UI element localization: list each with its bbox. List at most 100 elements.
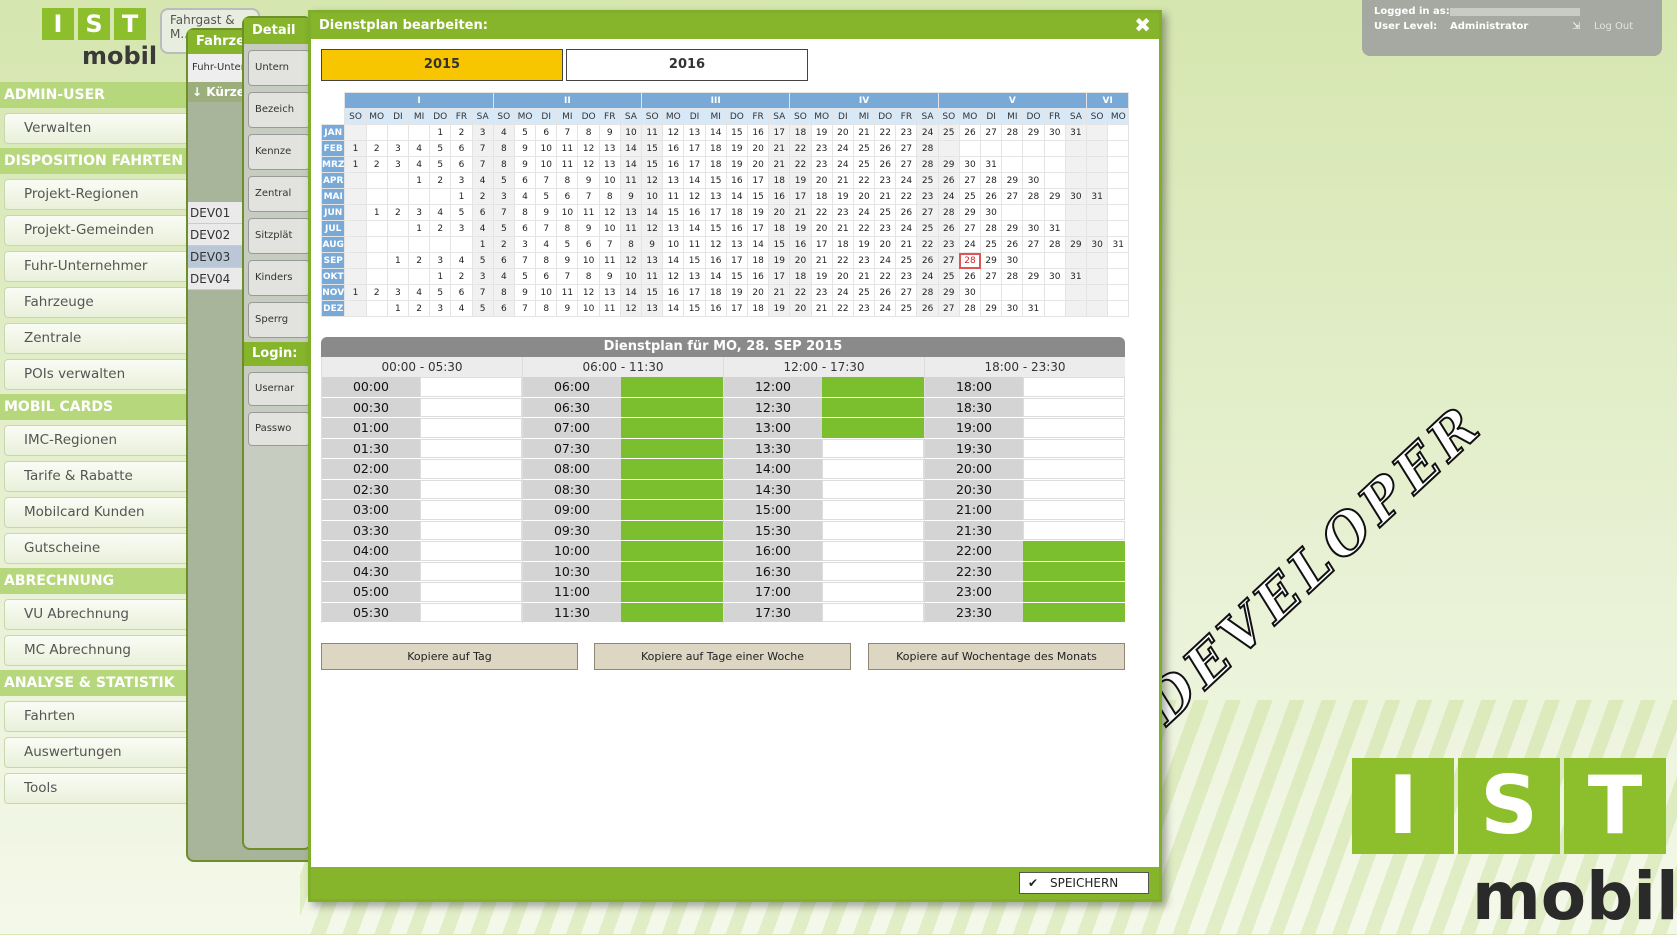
calendar-day[interactable]: 2: [365, 284, 388, 301]
time-slot-toggle[interactable]: [420, 397, 522, 417]
calendar-month-label[interactable]: AUG: [320, 236, 346, 253]
calendar-day[interactable]: 28: [1001, 124, 1024, 141]
calendar-day[interactable]: 19: [810, 268, 833, 285]
calendar-day[interactable]: 30: [1085, 236, 1109, 253]
time-slot-toggle[interactable]: [621, 418, 723, 438]
calendar-day[interactable]: 23: [874, 220, 897, 237]
calendar-day[interactable]: 12: [577, 284, 600, 301]
calendar-day[interactable]: 11: [641, 124, 664, 141]
calendar-day[interactable]: 26: [958, 124, 982, 141]
calendar-day[interactable]: 5: [471, 252, 494, 269]
calendar-month-label[interactable]: OKT: [320, 268, 346, 285]
calendar-day[interactable]: 22: [874, 268, 897, 285]
calendar-day[interactable]: 1: [365, 204, 388, 221]
calendar-day[interactable]: 8: [535, 300, 558, 317]
calendar-day[interactable]: 23: [852, 300, 876, 317]
calendar-day[interactable]: 10: [556, 204, 579, 221]
calendar-day[interactable]: 1: [471, 236, 494, 253]
calendar-day[interactable]: 14: [725, 188, 748, 205]
calendar-day[interactable]: 11: [556, 284, 579, 301]
calendar-day[interactable]: 30: [958, 284, 982, 301]
calendar-day[interactable]: 5: [429, 284, 452, 301]
calendar-day[interactable]: 4: [513, 188, 537, 205]
calendar-day[interactable]: 13: [683, 124, 706, 141]
calendar-day[interactable]: 5: [535, 188, 558, 205]
calendar-day[interactable]: 7: [535, 220, 558, 237]
calendar-day[interactable]: 16: [704, 300, 727, 317]
calendar-day[interactable]: 21: [810, 252, 833, 269]
calendar-day[interactable]: 24: [958, 236, 982, 253]
time-slot-toggle[interactable]: [621, 582, 723, 602]
time-slot-toggle[interactable]: [420, 459, 522, 479]
time-slot-toggle[interactable]: [822, 459, 924, 479]
calendar-day[interactable]: 23: [916, 188, 939, 205]
calendar-day[interactable]: 21: [852, 124, 876, 141]
calendar-day[interactable]: 7: [598, 236, 621, 253]
calendar-day[interactable]: 7: [513, 300, 537, 317]
calendar-day[interactable]: 27: [980, 124, 1003, 141]
calendar-day[interactable]: 20: [810, 172, 833, 189]
calendar-day[interactable]: 3: [492, 188, 515, 205]
calendar-day[interactable]: 14: [619, 156, 643, 173]
calendar-day[interactable]: 8: [577, 268, 600, 285]
calendar-day[interactable]: 19: [725, 284, 748, 301]
time-slot-toggle[interactable]: [822, 582, 924, 602]
calendar-month-label[interactable]: JUL: [320, 220, 346, 237]
calendar-day[interactable]: 25: [895, 300, 918, 317]
calendar-day[interactable]: 3: [471, 124, 494, 141]
calendar-day[interactable]: 1: [344, 156, 367, 173]
calendar-day[interactable]: 23: [874, 172, 897, 189]
time-slot-toggle[interactable]: [1023, 479, 1125, 499]
calendar-day[interactable]: 19: [746, 204, 770, 221]
calendar-day[interactable]: 4: [407, 140, 431, 157]
calendar-day[interactable]: 12: [641, 172, 664, 189]
calendar-day[interactable]: 18: [704, 284, 727, 301]
calendar-day[interactable]: 11: [598, 252, 621, 269]
calendar-day[interactable]: 20: [768, 204, 791, 221]
calendar-day[interactable]: 1: [386, 300, 409, 317]
calendar-day[interactable]: 14: [662, 252, 685, 269]
calendar-day[interactable]: 2: [492, 236, 515, 253]
calendar-day[interactable]: 18: [746, 300, 770, 317]
calendar-day[interactable]: 27: [1001, 188, 1024, 205]
calendar-day[interactable]: 2: [450, 268, 473, 285]
calendar-day[interactable]: 27: [937, 300, 960, 317]
calendar-day[interactable]: 3: [386, 140, 409, 157]
calendar-day[interactable]: 16: [662, 140, 685, 157]
calendar-day[interactable]: 4: [407, 156, 431, 173]
calendar-day[interactable]: 14: [746, 236, 770, 253]
time-slot-toggle[interactable]: [822, 479, 924, 499]
calendar-day[interactable]: 20: [831, 268, 854, 285]
calendar-day[interactable]: 14: [704, 124, 727, 141]
calendar-day[interactable]: 12: [662, 124, 685, 141]
time-slot-toggle[interactable]: [1023, 397, 1125, 417]
calendar-day[interactable]: 10: [619, 124, 643, 141]
calendar-day[interactable]: 25: [916, 172, 939, 189]
calendar-day[interactable]: 11: [556, 156, 579, 173]
calendar-day[interactable]: 2: [407, 300, 431, 317]
calendar-day[interactable]: 27: [1022, 236, 1045, 253]
calendar-day[interactable]: 2: [365, 156, 388, 173]
calendar-day[interactable]: 1: [344, 284, 367, 301]
calendar-day[interactable]: 14: [683, 172, 706, 189]
calendar-day[interactable]: 23: [895, 268, 918, 285]
calendar-day[interactable]: 2: [450, 124, 473, 141]
calendar-day[interactable]: 5: [429, 156, 452, 173]
calendar-day[interactable]: 25: [895, 252, 918, 269]
sidebar-item[interactable]: VU Abrechnung: [4, 599, 198, 630]
calendar-day[interactable]: 15: [704, 220, 727, 237]
calendar-day[interactable]: 23: [852, 252, 876, 269]
close-icon[interactable]: ✖: [1134, 15, 1151, 35]
calendar-day[interactable]: 18: [768, 220, 791, 237]
calendar-day[interactable]: 31: [1085, 188, 1109, 205]
calendar-day[interactable]: 13: [662, 172, 685, 189]
calendar-day[interactable]: 1: [429, 124, 452, 141]
calendar-day[interactable]: 15: [768, 236, 791, 253]
calendar-day[interactable]: 20: [789, 252, 812, 269]
calendar-day[interactable]: 4: [407, 284, 431, 301]
calendar-day[interactable]: 16: [662, 156, 685, 173]
calendar-day[interactable]: 28: [1043, 236, 1066, 253]
calendar-day[interactable]: 7: [471, 156, 494, 173]
calendar-day[interactable]: 31: [1022, 300, 1045, 317]
sidebar-item[interactable]: Auswertungen: [4, 737, 198, 768]
